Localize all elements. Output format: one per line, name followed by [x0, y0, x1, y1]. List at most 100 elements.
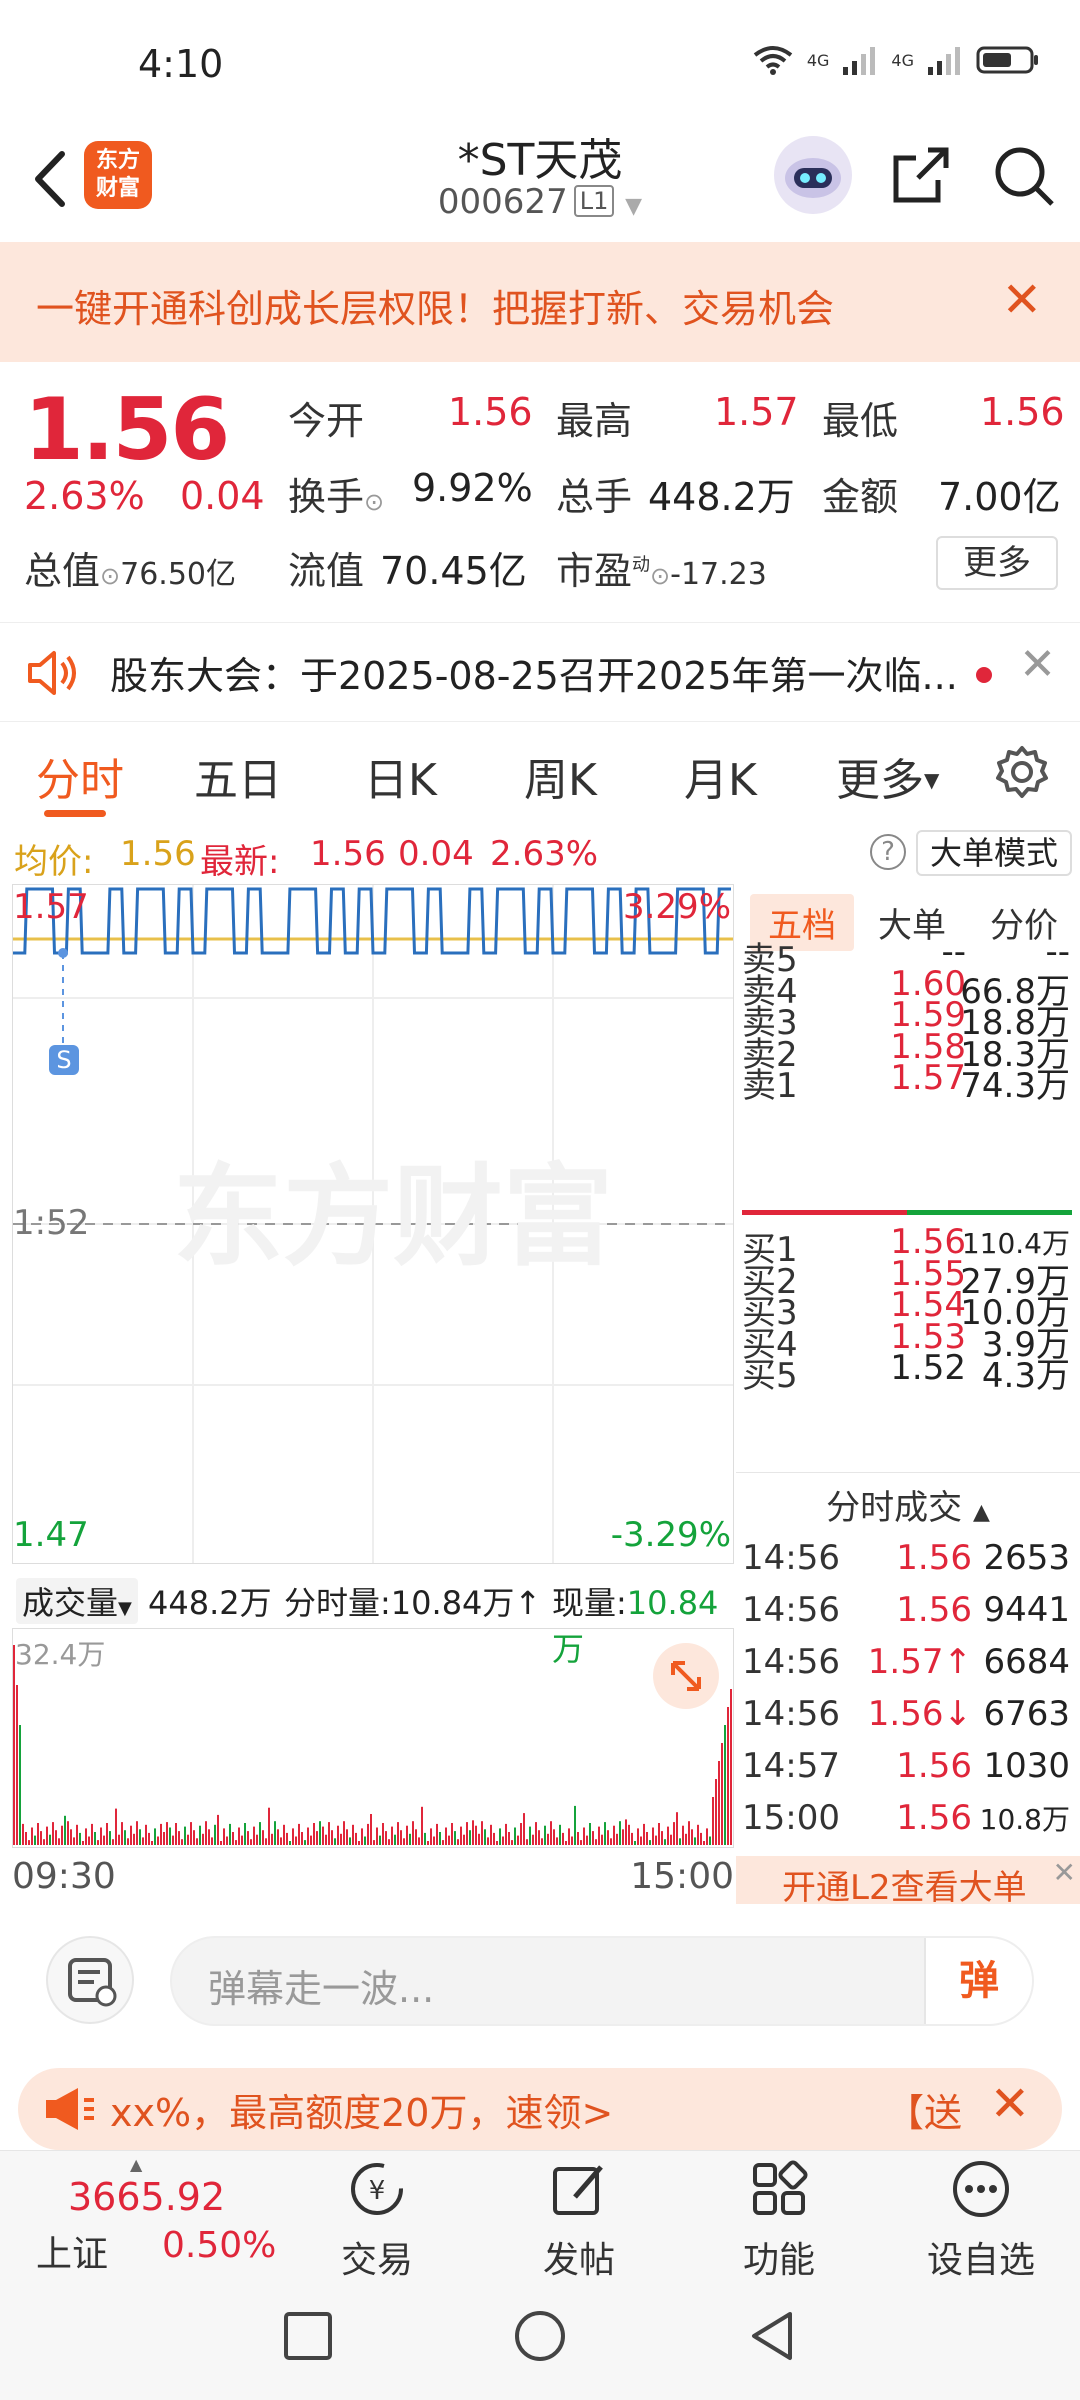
l2-upgrade-banner[interactable]: 开通L2查看大单 ✕	[736, 1856, 1080, 1908]
volume-bar	[388, 1839, 390, 1845]
index-ticker[interactable]: ▲ 3665.92 上证 0.50%	[30, 2155, 280, 2275]
expand-icon[interactable]	[653, 1643, 719, 1709]
volume-selector[interactable]: 成交量▼	[16, 1578, 138, 1624]
gear-icon[interactable]	[994, 744, 1050, 800]
help-icon[interactable]: ?	[870, 834, 906, 870]
nav-functions[interactable]: 功能	[714, 2157, 844, 2283]
share-icon[interactable]	[888, 144, 952, 208]
info-icon[interactable]: ⊙	[100, 562, 120, 590]
y-axis-top: 1.57	[13, 887, 89, 927]
latest-pct: 2.63%	[490, 834, 599, 874]
volume-bar	[718, 1761, 720, 1845]
recent-apps-icon[interactable]	[282, 2310, 334, 2362]
ad-banner[interactable]: xx%，最高额度20万，速领> 【送 ✕	[18, 2068, 1062, 2150]
volume-bar	[229, 1823, 231, 1845]
info-icon[interactable]: ⊙	[650, 562, 670, 590]
minute-volume-label: 分时量:	[284, 1584, 391, 1622]
volume-bar	[193, 1830, 195, 1845]
tab-weekly-k[interactable]: 周K	[524, 744, 597, 808]
volume-bar	[325, 1834, 327, 1845]
volume-bar	[334, 1838, 336, 1845]
big-order-mode-button[interactable]: 大单模式	[916, 830, 1073, 876]
volume-bar	[130, 1825, 132, 1845]
volume-bar	[415, 1829, 417, 1845]
volume-bar	[85, 1828, 87, 1845]
tab-five-day[interactable]: 五日	[194, 744, 282, 808]
close-icon[interactable]: ✕	[1019, 639, 1056, 690]
volume-bar	[463, 1834, 465, 1845]
notice-bar[interactable]: 股东大会：于2025-08-25召开2025年第一次临... ✕	[0, 622, 1080, 722]
volume-bar	[283, 1824, 285, 1845]
volume-bar	[100, 1827, 102, 1845]
volume-bar	[67, 1821, 69, 1845]
volume-bar	[559, 1824, 561, 1845]
info-icon[interactable]: ⊙	[364, 488, 384, 516]
search-icon[interactable]	[992, 144, 1056, 208]
danmu-settings-icon[interactable]	[46, 1936, 134, 2024]
volume-bar	[571, 1836, 573, 1845]
nav-post[interactable]: 发帖	[514, 2157, 644, 2283]
nav-add-watchlist[interactable]: 设自选	[916, 2157, 1046, 2283]
volume-bar	[406, 1825, 408, 1845]
volume-bar	[538, 1830, 540, 1845]
volume-bar	[517, 1835, 519, 1845]
volume-bar	[199, 1825, 201, 1845]
volume-bar	[610, 1838, 612, 1845]
volume-bar	[487, 1837, 489, 1845]
volume-bar	[250, 1839, 252, 1845]
system-nav-bar	[0, 2280, 1080, 2400]
volume-bar	[214, 1824, 216, 1845]
tab-more[interactable]: 更多▼	[836, 744, 939, 808]
nav-trade[interactable]: ¥ 交易	[312, 2157, 442, 2283]
tab-more-label: 更多	[836, 755, 924, 806]
volume-bar	[640, 1836, 642, 1845]
volume-bar	[241, 1835, 243, 1845]
nav-trade-label: 交易	[340, 2240, 413, 2281]
tick-price: 1.56	[896, 1590, 972, 1630]
tick-price: 1.56	[896, 1746, 972, 1786]
tick-volume: 10.8万	[979, 1803, 1070, 1836]
float-label: 流值	[288, 549, 365, 593]
volume-bar	[385, 1831, 387, 1845]
volume-bar	[304, 1840, 306, 1845]
tab-intraday[interactable]: 分时	[36, 744, 124, 808]
volume-bar	[391, 1826, 393, 1845]
order-book-panel: 五档 大单 分价 卖5 -- -- 卖4 1.60 66.8万 卖3 1.59 18.8万 卖2 1…	[736, 884, 1080, 1908]
unread-dot	[976, 667, 992, 683]
volume-bar	[37, 1823, 39, 1845]
tick-price: 1.56	[896, 1798, 972, 1838]
volume-bar	[106, 1823, 108, 1845]
volume-bar	[256, 1834, 258, 1845]
bid-row[interactable]: 买5 1.52 4.3万	[742, 1348, 1076, 1396]
volume-bar	[544, 1825, 546, 1845]
volume-bar	[670, 1834, 672, 1845]
volume-bar	[82, 1841, 84, 1845]
volume-bar	[697, 1824, 699, 1845]
back-triangle-icon[interactable]	[744, 2308, 800, 2364]
danmu-send-button[interactable]: 弹	[924, 1938, 1032, 2024]
tab-monthly-k[interactable]: 月K	[684, 744, 757, 808]
intraday-chart[interactable]: 东方财富 S 1.57 3.29% 1:52 1.47 -3.29%	[12, 884, 734, 1564]
s-marker-badge[interactable]: S	[49, 1045, 79, 1075]
volume-bar	[634, 1841, 636, 1845]
danmu-input[interactable]: 弹幕走一波... 弹	[170, 1936, 1034, 2026]
ask-row[interactable]: 卖1 1.57 74.3万	[742, 1058, 1076, 1106]
close-icon[interactable]: ✕	[1002, 272, 1042, 328]
robot-assistant-icon[interactable]	[774, 136, 852, 214]
volume-bar	[109, 1831, 111, 1845]
close-icon[interactable]: ✕	[990, 2076, 1030, 2132]
volume-bar	[592, 1831, 594, 1845]
volume-bar	[352, 1824, 354, 1845]
tab-daily-k[interactable]: 日K	[364, 744, 437, 808]
home-icon[interactable]	[512, 2308, 568, 2364]
volume-info-row: 成交量▼ 448.2万 分时量:10.84万↑ 现量: 10.84万	[12, 1570, 734, 1668]
volume-chart[interactable]: 32.4万	[12, 1628, 734, 1848]
more-button[interactable]: 更多	[936, 536, 1058, 590]
volume-bar	[712, 1797, 714, 1845]
volume-bar	[649, 1840, 651, 1845]
close-icon[interactable]: ✕	[1053, 1856, 1076, 1889]
volume-bar	[19, 1725, 21, 1845]
mktcap-label: 总值⊙76.50亿	[24, 540, 236, 595]
promo-banner[interactable]: 一键开通科创成长层权限！把握打新、交易机会 ✕	[0, 242, 1080, 362]
nav-add-watchlist-label: 设自选	[926, 2240, 1035, 2281]
